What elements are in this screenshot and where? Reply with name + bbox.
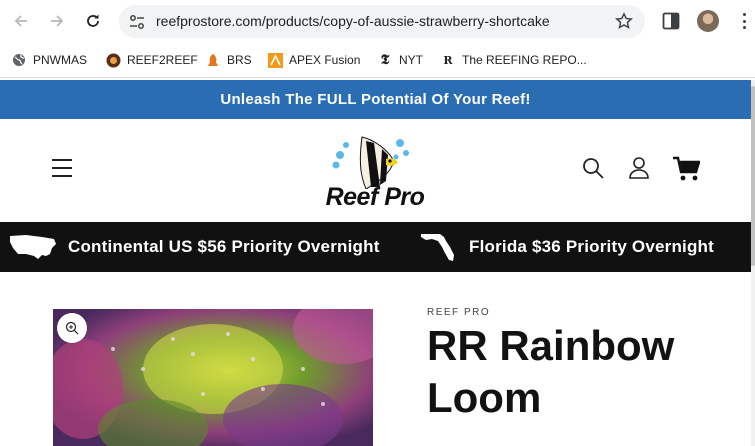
shipping-label: Florida $36 Priority Overnight bbox=[469, 237, 715, 256]
bookmarks-bar: PNWMAS REEF2REEF BRS APEX Fusion 𝕿 NYT R… bbox=[0, 42, 755, 78]
site-logo[interactable]: Reef Pro bbox=[316, 129, 434, 215]
shipping-florida: Florida $36 Priority Overnight bbox=[420, 222, 714, 272]
shipping-bar: Continental US $56 Priority Overnight Fl… bbox=[0, 222, 751, 272]
scrollbar-thumb[interactable] bbox=[751, 86, 755, 266]
browser-menu-button[interactable] bbox=[738, 11, 750, 31]
page-scrollbar[interactable] bbox=[751, 80, 755, 446]
product-title: RR Rainbow Loom bbox=[427, 322, 675, 421]
bookmark-label: APEX Fusion bbox=[289, 53, 361, 67]
back-arrow-icon bbox=[14, 15, 27, 27]
bookmark-nyt[interactable]: 𝕿 NYT bbox=[377, 51, 423, 69]
shipping-continental: Continental US $56 Priority Overnight bbox=[8, 222, 380, 272]
bookmark-label: NYT bbox=[399, 53, 423, 67]
reefing-repo-icon: R bbox=[443, 53, 453, 67]
bookmark-star-icon[interactable] bbox=[615, 12, 633, 30]
bookmark-label: BRS bbox=[227, 53, 252, 67]
bookmark-label: REEF2REEF bbox=[127, 53, 198, 67]
back-button[interactable] bbox=[9, 9, 33, 33]
shipping-label: Continental US $56 Priority Overnight bbox=[68, 237, 380, 256]
reload-icon bbox=[87, 14, 99, 27]
forward-button[interactable] bbox=[45, 9, 69, 33]
bookmark-pnwmas[interactable]: PNWMAS bbox=[11, 51, 87, 69]
bookmark-label: PNWMAS bbox=[33, 53, 87, 67]
announcement-text: Unleash The FULL Potential Of Your Reef! bbox=[220, 91, 531, 108]
angelfish-logo-icon bbox=[332, 136, 409, 189]
search-icon[interactable] bbox=[582, 157, 604, 179]
address-bar[interactable]: reefprostore.com/products/copy-of-aussie… bbox=[119, 5, 645, 38]
bookmark-brs[interactable]: BRS bbox=[205, 51, 252, 69]
site-header: Reef Pro bbox=[0, 119, 751, 222]
brs-icon bbox=[205, 52, 221, 68]
globe-icon bbox=[11, 52, 27, 68]
reef2reef-icon bbox=[105, 52, 121, 68]
account-icon[interactable] bbox=[628, 157, 650, 179]
product-vendor: REEF PRO bbox=[427, 307, 491, 318]
profile-avatar[interactable] bbox=[697, 10, 719, 32]
bookmark-apex-fusion[interactable]: APEX Fusion bbox=[267, 51, 360, 69]
bookmark-label: The REEFING REPO... bbox=[462, 53, 587, 67]
bookmark-reefing-repo[interactable]: R The REEFING REPO... bbox=[440, 51, 587, 69]
cart-icon[interactable] bbox=[672, 156, 700, 182]
zoom-icon bbox=[65, 321, 79, 335]
site-settings-icon[interactable] bbox=[128, 13, 146, 31]
side-panel-icon[interactable] bbox=[662, 12, 680, 30]
url-text[interactable]: reefprostore.com/products/copy-of-aussie… bbox=[156, 13, 550, 29]
browser-toolbar: reefprostore.com/products/copy-of-aussie… bbox=[0, 0, 755, 42]
coral-photo bbox=[53, 309, 373, 446]
bookmark-reef2reef[interactable]: REEF2REEF bbox=[105, 51, 198, 69]
apex-icon bbox=[267, 52, 283, 68]
product-image[interactable] bbox=[53, 309, 373, 446]
forward-arrow-icon bbox=[51, 15, 64, 27]
announcement-bar[interactable]: Unleash The FULL Potential Of Your Reef! bbox=[0, 80, 751, 119]
zoom-button[interactable] bbox=[57, 313, 87, 343]
usa-map-icon bbox=[10, 235, 56, 259]
menu-button[interactable] bbox=[52, 159, 72, 177]
logo-text: Reef Pro bbox=[325, 183, 425, 211]
nyt-icon: 𝕿 bbox=[380, 52, 390, 68]
reload-button[interactable] bbox=[81, 9, 105, 33]
florida-map-icon bbox=[421, 234, 454, 261]
